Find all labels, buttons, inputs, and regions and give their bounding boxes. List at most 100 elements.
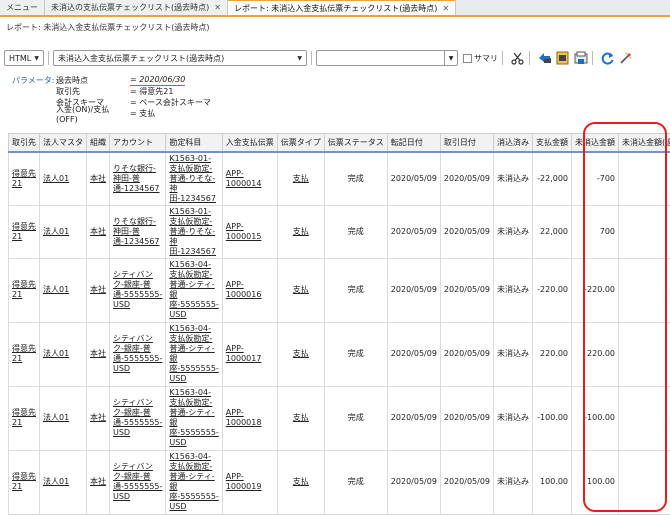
cell-entity[interactable]: 法人01: [39, 449, 87, 515]
cell-entity[interactable]: 法人01: [39, 257, 87, 323]
cell-type[interactable]: 支払: [276, 321, 325, 387]
close-icon[interactable]: ✕: [214, 3, 221, 12]
cell-account[interactable]: りそな銀行-神田-普通-1234567: [108, 204, 167, 259]
close-icon[interactable]: ✕: [442, 4, 449, 13]
cell-acct[interactable]: K1563-01-支払仮勘定-普通-りそな-神田-1234567: [165, 151, 223, 206]
table-row[interactable]: 得意先21 法人01 本社 シティバンク-銀座-普通-5555555-USD K1563…: [8, 321, 670, 387]
cell-doc[interactable]: APP-1000014: [221, 151, 278, 206]
cell-post: 2020/05/09: [386, 321, 441, 387]
chevron-down-icon: ▼: [297, 54, 302, 62]
printer-icon[interactable]: [555, 51, 570, 66]
cell-acct[interactable]: K1563-04-支払仮勘定-普通-シティ-銀座-5555555-USD: [165, 385, 223, 451]
cell-value: K1563-04-支払仮勘定-普通-シティ-銀座-5555555-USD: [169, 324, 219, 383]
column-header[interactable]: 未消込金額: [571, 133, 620, 153]
cell-entity[interactable]: 法人01: [39, 385, 87, 451]
cell-org[interactable]: 本社: [86, 449, 110, 515]
cell-account[interactable]: シティバンク-銀座-普通-5555555-USD: [108, 257, 167, 323]
cell-doc[interactable]: APP-1000016: [221, 257, 278, 323]
report-select-value: 未消込入金支払伝票チェックリスト(過去時点): [58, 53, 225, 63]
cell-partner[interactable]: 得意先21: [8, 385, 40, 451]
column-header[interactable]: アカウント: [108, 133, 167, 153]
cell-value: 得意先21: [12, 344, 36, 363]
checkbox-box[interactable]: [463, 53, 472, 63]
filter-combo[interactable]: ▼: [316, 50, 458, 66]
cell-value: 100.00: [587, 477, 616, 486]
table-row[interactable]: 得意先21 法人01 本社 りそな銀行-神田-普通-1234567 K1563-01-支…: [8, 151, 670, 206]
cell-amount: -22,000: [532, 151, 573, 206]
report-select[interactable]: 未消込入金支払伝票チェックリスト(過去時点) ▼: [53, 50, 307, 66]
table-row[interactable]: 得意先21 法人01 本社 りそな銀行-神田-普通-1234567 K1563-01-支…: [8, 204, 670, 259]
cell-acct[interactable]: K1563-01-支払仮勘定-普通-りそな-神田-1234567: [165, 204, 223, 259]
refresh-icon[interactable]: [600, 51, 615, 66]
scissors-icon[interactable]: [510, 51, 525, 66]
cell-entity[interactable]: 法人01: [39, 151, 87, 206]
cell-type[interactable]: 支払: [276, 449, 325, 515]
cell-account[interactable]: りそな銀行-神田-普通-1234567: [108, 151, 167, 206]
table-row[interactable]: 得意先21 法人01 本社 シティバンク-銀座-普通-5555555-USD K1563…: [8, 257, 670, 323]
cell-account[interactable]: シティバンク-銀座-普通-5555555-USD: [108, 321, 167, 387]
wand-icon[interactable]: [618, 51, 633, 66]
cell-org[interactable]: 本社: [86, 151, 110, 206]
column-header[interactable]: 取引日付: [439, 133, 495, 153]
export-icon[interactable]: [573, 51, 588, 66]
column-header[interactable]: 支払金額: [532, 133, 573, 153]
column-header[interactable]: 取引先: [8, 133, 40, 153]
summary-checkbox[interactable]: サマリ: [463, 53, 498, 64]
cell-org[interactable]: 本社: [86, 257, 110, 323]
column-header[interactable]: 伝票タイプ: [276, 133, 325, 153]
column-header[interactable]: 勘定科目: [165, 133, 223, 153]
cell-account[interactable]: シティバンク-銀座-普通-5555555-USD: [108, 449, 167, 515]
column-header[interactable]: 法人マスタ: [39, 133, 87, 153]
cell-org[interactable]: 本社: [86, 385, 110, 451]
table-row[interactable]: 得意先21 法人01 本社 シティバンク-銀座-普通-5555555-USD K1563…: [8, 385, 670, 451]
chevron-down-icon: ▼: [34, 54, 39, 62]
cell-value: 得意先21: [12, 168, 36, 188]
cell-doc[interactable]: APP-1000018: [221, 385, 278, 451]
tab-report[interactable]: レポート: 未消込入金支払伝票チェックリスト(過去時点) ✕: [227, 0, 457, 15]
chevron-down-icon[interactable]: ▼: [444, 51, 457, 65]
cell-partner[interactable]: 得意先21: [8, 321, 40, 387]
cell-org[interactable]: 本社: [86, 321, 110, 387]
column-header[interactable]: 転記日付: [386, 133, 441, 153]
cell-acct[interactable]: K1563-04-支払仮勘定-普通-シティ-銀座-5555555-USD: [165, 449, 223, 515]
cell-doc[interactable]: APP-1000015: [221, 204, 278, 259]
table-row[interactable]: 得意先21 法人01 本社 シティバンク-銀座-普通-5555555-USD K1563…: [8, 449, 670, 515]
param-value: = 得意先21: [130, 87, 174, 96]
cell-type[interactable]: 支払: [276, 257, 325, 323]
column-header[interactable]: 伝票ステータス: [323, 133, 388, 153]
column-header[interactable]: 組織: [86, 133, 110, 153]
cell-doc[interactable]: APP-1000017: [221, 321, 278, 387]
column-header[interactable]: 入金支払伝票: [221, 133, 278, 153]
column-header[interactable]: 消込済み: [493, 133, 534, 153]
cell-value: 22,000: [540, 226, 569, 236]
tab-menu[interactable]: メニュー: [0, 0, 45, 15]
cell-type[interactable]: 支払: [276, 151, 325, 206]
cell-type[interactable]: 支払: [276, 204, 325, 259]
cell-status: 完成: [323, 321, 388, 387]
cell-value: -22,000: [537, 173, 569, 183]
cell-org[interactable]: 本社: [86, 204, 110, 259]
cell-type[interactable]: 支払: [276, 385, 325, 451]
cell-acct[interactable]: K1563-04-支払仮勘定-普通-シティ-銀座-5555555-USD: [165, 321, 223, 387]
back-arrow-icon[interactable]: [537, 51, 552, 66]
cell-partner[interactable]: 得意先21: [8, 151, 40, 206]
cell-partner[interactable]: 得意先21: [8, 204, 40, 259]
column-header[interactable]: 未消込金額(過去時点): [618, 133, 670, 153]
cell-status: 完成: [323, 449, 388, 515]
cell-acct[interactable]: K1563-04-支払仮勘定-普通-シティ-銀座-5555555-USD: [165, 257, 223, 323]
tab-unpaid-checklist[interactable]: 未消込の支払伝票チェックリスト(過去時点) ✕: [45, 0, 228, 15]
cell-value: シティバンク-銀座-普通-5555555-USD: [113, 334, 163, 373]
cell-value: シティバンク-銀座-普通-5555555-USD: [113, 270, 163, 309]
cell-partner[interactable]: 得意先21: [8, 449, 40, 515]
cell-entity[interactable]: 法人01: [39, 204, 87, 259]
cell-account[interactable]: シティバンク-銀座-普通-5555555-USD: [108, 385, 167, 451]
format-select[interactable]: HTML ▼: [4, 50, 44, 66]
cell-entity[interactable]: 法人01: [39, 321, 87, 387]
cell-partner[interactable]: 得意先21: [8, 257, 40, 323]
cell-trx: 2020/05/09: [439, 151, 495, 206]
cell-doc[interactable]: APP-1000019: [221, 449, 278, 515]
report-table-container[interactable]: 取引先 法人マスタ 組織 アカウント 勘定科目 入金支払伝票 伝票タイプ 伝票ステータス 転記日…: [8, 133, 670, 516]
cell-value: 完成: [347, 349, 364, 358]
cell-value: 完成: [347, 173, 364, 183]
cell-value: 得意先21: [12, 280, 36, 299]
